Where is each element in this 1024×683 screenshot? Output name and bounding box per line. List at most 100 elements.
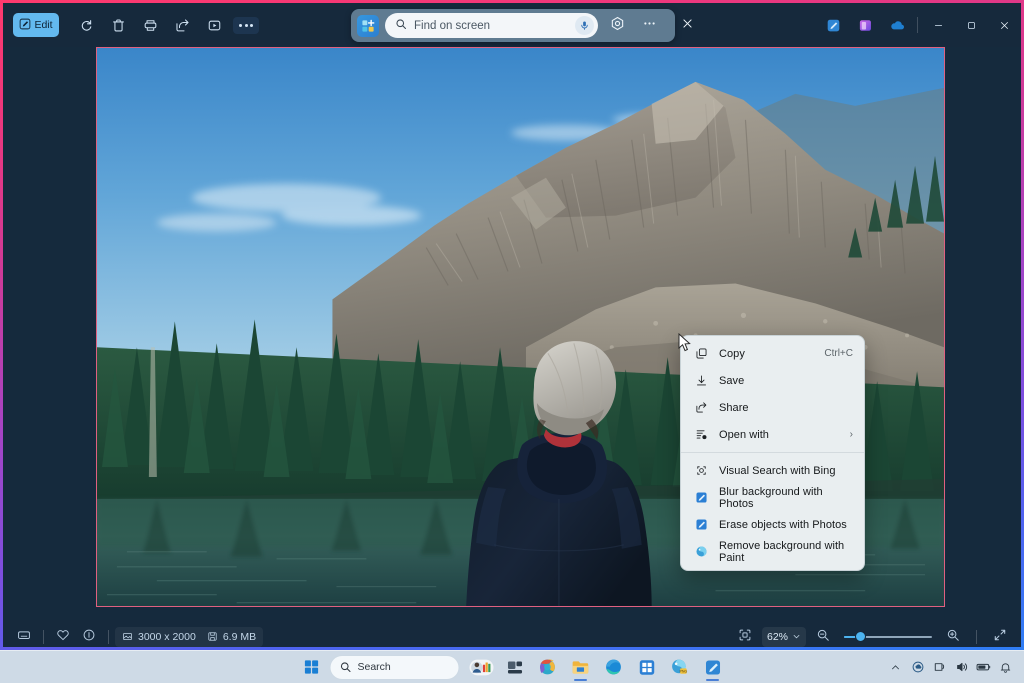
taskbar-item-task-view[interactable] (500, 653, 530, 681)
canvas-area[interactable]: Copy Ctrl+C Save Share Open with › Visua… (3, 47, 1021, 620)
fit-to-window-button[interactable] (732, 625, 758, 648)
taskbar-search[interactable]: Search (329, 654, 460, 680)
open-with-icon (694, 427, 709, 442)
taskbar-item-microsoft-store[interactable] (632, 653, 662, 681)
context-menu-item-remove-background[interactable]: Remove background with Paint (684, 538, 861, 565)
titlebar-right (817, 3, 1021, 47)
paint-app-icon (694, 544, 709, 559)
more-options-button[interactable] (231, 12, 261, 38)
heart-icon (56, 628, 70, 645)
system-tray (885, 655, 1024, 679)
info-circle-icon (82, 628, 96, 645)
print-button[interactable] (135, 12, 165, 38)
menu-accelerator: Ctrl+C (824, 348, 853, 359)
battery-icon[interactable] (973, 655, 994, 679)
context-menu[interactable]: Copy Ctrl+C Save Share Open with › Visua… (680, 335, 865, 571)
taskbar-item-edge[interactable] (599, 653, 629, 681)
zoom-controls: 62% (732, 625, 1013, 648)
find-close-button[interactable] (674, 13, 700, 39)
context-menu-item-copy[interactable]: Copy Ctrl+C (684, 340, 861, 367)
start-button[interactable] (297, 653, 327, 681)
show-hidden-icons-button[interactable] (885, 655, 906, 679)
titlebar-photos-icon[interactable] (849, 3, 881, 47)
divider (108, 629, 109, 644)
app-window-frame: Edit Find on screen Copy Ctrl+C Save Sha… (0, 0, 1024, 650)
image-size-icon (122, 631, 133, 642)
edit-button[interactable]: Edit (13, 13, 59, 37)
click-to-do-icon[interactable] (357, 14, 379, 37)
taskbar-item-file-explorer[interactable] (566, 653, 596, 681)
divider (917, 17, 918, 33)
find-input[interactable] (414, 19, 568, 32)
taskbar-item-copilot[interactable] (533, 653, 563, 681)
bell-icon[interactable] (995, 655, 1016, 679)
onedrive-tray-icon[interactable] (907, 655, 928, 679)
favorite-button[interactable] (50, 625, 76, 648)
ellipsis-icon (233, 16, 259, 34)
rotate-button[interactable] (71, 12, 101, 38)
menu-label: Save (719, 374, 745, 387)
zoom-slider[interactable] (844, 630, 932, 644)
slider-thumb[interactable] (855, 631, 866, 642)
titlebar-onedrive-icon[interactable] (881, 3, 913, 47)
menu-label: Blur background with Photos (719, 485, 823, 510)
rotate-icon (79, 18, 94, 33)
context-menu-item-erase-objects[interactable]: Erase objects with Photos (684, 511, 861, 538)
titlebar-snipping-tool-icon[interactable] (817, 3, 849, 47)
menu-label: Erase objects with Photos (719, 518, 847, 531)
delete-button[interactable] (103, 12, 133, 38)
info-button[interactable] (76, 625, 102, 648)
zoom-in-button[interactable] (940, 625, 966, 648)
display-mode-button[interactable] (11, 625, 37, 648)
context-menu-item-save[interactable]: Save (684, 367, 861, 394)
copy-icon (694, 346, 709, 361)
photos-app-icon (694, 517, 709, 532)
taskbar-center-group: Search PNG (297, 653, 728, 681)
ellipsis-icon (642, 16, 657, 36)
zoom-out-button[interactable] (810, 625, 836, 648)
share-icon (694, 400, 709, 415)
video-icon (207, 18, 222, 33)
record-button[interactable] (199, 12, 229, 38)
context-menu-item-share[interactable]: Share (684, 394, 861, 421)
network-icon[interactable] (929, 655, 950, 679)
chevron-down-icon (792, 632, 801, 641)
image-dimensions: 3000 x 2000 (138, 630, 196, 643)
zoom-level-value: 62% (766, 630, 788, 643)
find-on-screen-bar (351, 9, 692, 42)
menu-label: Visual Search with Bing (719, 464, 836, 477)
context-menu-item-open-with[interactable]: Open with › (684, 421, 861, 448)
status-bar: 3000 x 2000 6.9 MB 62% (3, 620, 1021, 647)
divider (976, 629, 977, 644)
find-input-wrapper[interactable] (385, 13, 598, 38)
close-button[interactable] (988, 10, 1021, 40)
context-menu-item-blur-background[interactable]: Blur background with Photos (684, 484, 861, 511)
speaker-icon[interactable] (951, 655, 972, 679)
taskbar-item-snipping-tool[interactable] (698, 653, 728, 681)
fullscreen-button[interactable] (987, 625, 1013, 648)
photos-app-icon (694, 490, 709, 505)
app-window: Edit Find on screen Copy Ctrl+C Save Sha… (3, 3, 1021, 647)
pencil-edit-icon (19, 18, 31, 33)
share-icon (175, 18, 190, 33)
find-more-button[interactable] (636, 13, 662, 39)
menu-separator (681, 452, 864, 453)
minimize-button[interactable] (922, 10, 955, 40)
taskbar: Search PNG (0, 650, 1024, 683)
context-menu-item-visual-search[interactable]: Visual Search with Bing (684, 457, 861, 484)
share-button[interactable] (167, 12, 197, 38)
zoom-level-selector[interactable]: 62% (761, 626, 806, 647)
fit-to-window-icon (738, 628, 752, 645)
file-metadata: 3000 x 2000 6.9 MB (115, 626, 264, 647)
search-icon (395, 17, 407, 35)
maximize-button[interactable] (955, 10, 988, 40)
search-icon (340, 661, 352, 673)
svg-text:PNG: PNG (680, 670, 688, 674)
taskbar-item-widgets[interactable] (467, 653, 497, 681)
taskbar-item-paint[interactable]: PNG (665, 653, 695, 681)
monitor-icon (17, 628, 31, 645)
menu-label: Open with (719, 428, 769, 441)
visual-search-button[interactable] (604, 13, 630, 39)
microphone-icon[interactable] (575, 16, 594, 35)
visual-search-icon (694, 463, 709, 478)
